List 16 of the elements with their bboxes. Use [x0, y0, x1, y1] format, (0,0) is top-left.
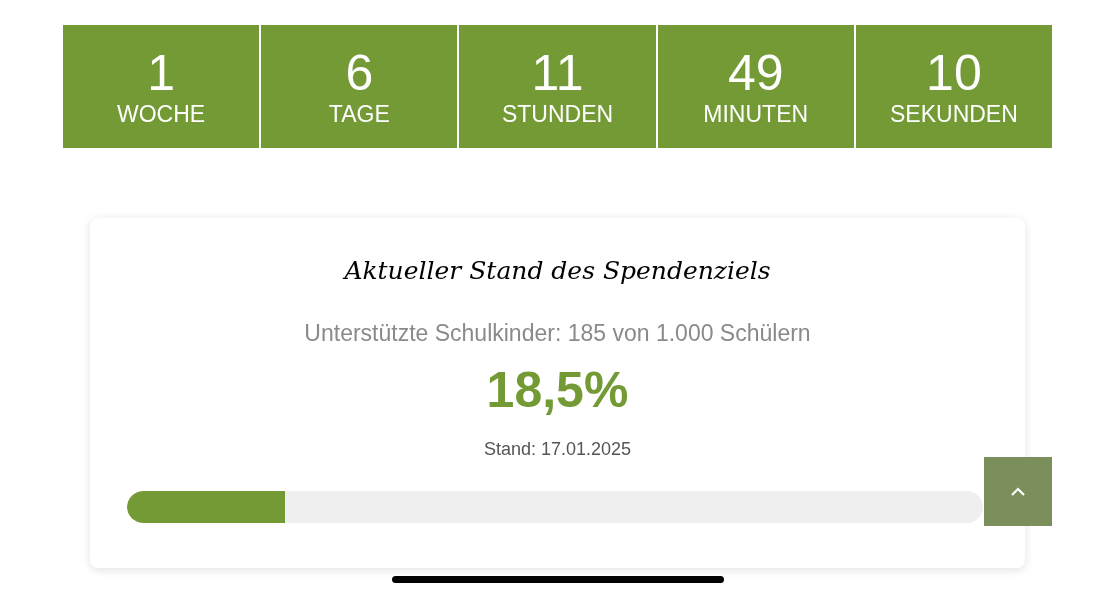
chevron-up-icon [1010, 486, 1026, 497]
countdown-value: 11 [531, 45, 584, 100]
goal-subtitle: Unterstützte Schulkinder: 185 von 1.000 Schülern [304, 318, 811, 348]
countdown-value: 1 [147, 45, 175, 100]
goal-title: Aktueller Stand des Spendenziels [344, 255, 771, 287]
countdown-unit: SEKUNDEN [890, 99, 1018, 128]
countdown-unit: STUNDEN [501, 99, 614, 128]
countdown-value: 49 [727, 45, 784, 100]
scroll-top-button[interactable] [984, 457, 1052, 526]
countdown-unit: TAGE [328, 99, 390, 128]
countdown-unit: WOCHE [117, 99, 206, 128]
goal-percent: 18,5% [486, 361, 629, 420]
goal-date: Stand: 17.01.2025 [483, 438, 632, 461]
countdown-unit: MINUTEN [703, 99, 809, 128]
countdown-value: 10 [926, 45, 982, 100]
countdown-value: 6 [345, 45, 374, 100]
